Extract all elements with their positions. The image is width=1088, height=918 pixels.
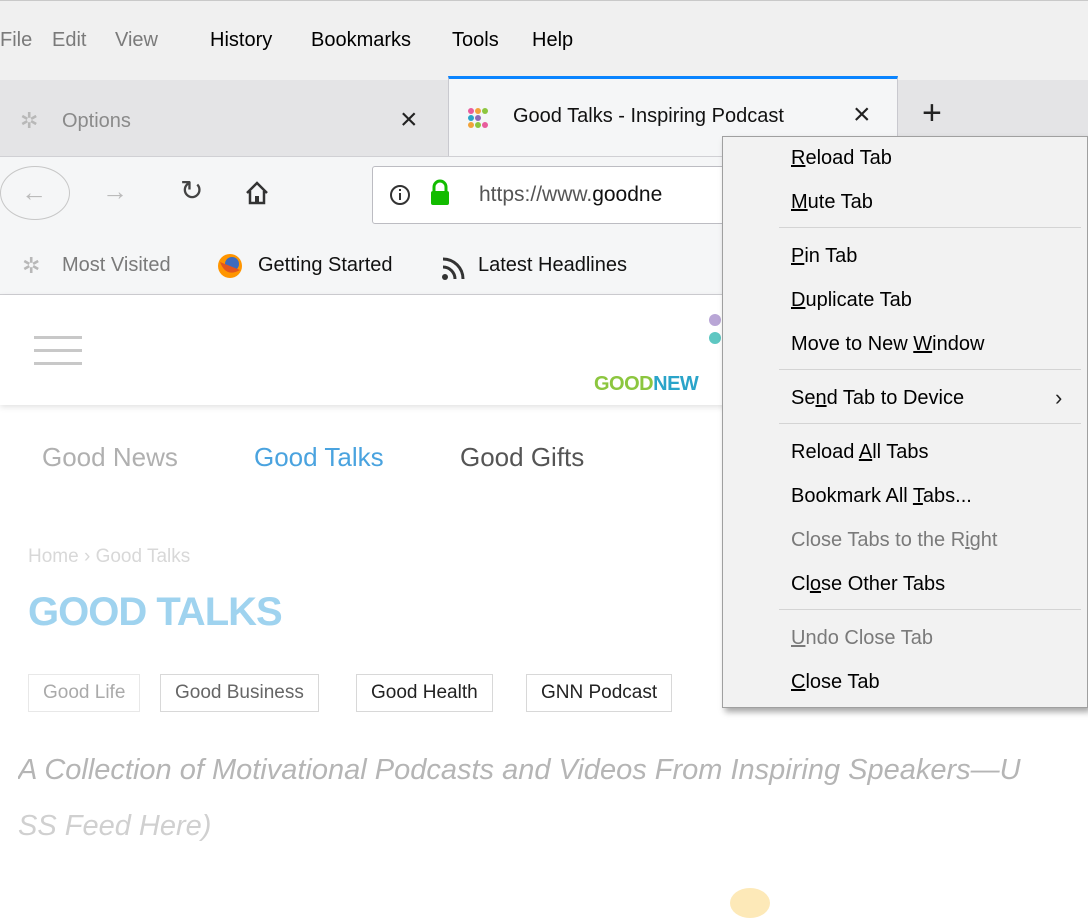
site-logo-text[interactable]: GOODNEW <box>594 373 699 396</box>
accesskey: M <box>791 191 808 213</box>
menu-history[interactable]: History <box>210 29 272 52</box>
lock-icon[interactable] <box>429 179 451 207</box>
menu-item-mute-tab[interactable]: Mute Tab <box>791 191 873 214</box>
tab-options-title: Options <box>62 110 131 132</box>
accesskey: T <box>912 485 923 507</box>
accesskey: i <box>965 529 970 551</box>
forward-arrow-icon[interactable]: → <box>102 176 128 207</box>
close-icon[interactable]: × <box>853 97 871 133</box>
back-button[interactable]: ← <box>0 166 70 220</box>
good-news-favicon-icon <box>468 108 488 128</box>
breadcrumb-home[interactable]: Home <box>28 546 79 567</box>
back-arrow-icon: ← <box>21 177 47 207</box>
menu-item-duplicate-tab[interactable]: Duplicate Tab <box>791 289 912 312</box>
url-domain: goodne <box>592 183 663 206</box>
new-tab-button[interactable]: + <box>922 94 942 133</box>
menu-tools[interactable]: Tools <box>452 29 499 52</box>
bookmark-latest-headlines[interactable]: Latest Headlines <box>478 254 627 277</box>
accesskey: W <box>913 333 933 355</box>
breadcrumb-current: Good Talks <box>95 546 191 567</box>
firefox-icon <box>218 254 242 278</box>
accesskey: D <box>791 289 806 311</box>
tagline-line-2: SS Feed Here) <box>18 810 212 842</box>
rss-icon <box>442 257 465 280</box>
logo-good: GOOD <box>594 373 654 395</box>
menu-file[interactable]: File <box>0 29 32 52</box>
home-icon[interactable] <box>244 180 270 206</box>
nav-good-talks[interactable]: Good Talks <box>254 442 384 473</box>
menu-item-bookmark-all-tabs[interactable]: Bookmark All Tabs... <box>791 485 972 508</box>
close-icon[interactable]: × <box>400 102 418 138</box>
menu-item-undo-close-tab[interactable]: Undo Close Tab <box>791 627 933 650</box>
accesskey: o <box>809 573 822 595</box>
menu-item-close-tabs-to-the-right[interactable]: Close Tabs to the Right <box>791 529 997 552</box>
accesskey: n <box>815 387 827 409</box>
menu-view[interactable]: View <box>115 29 158 52</box>
menu-item-send-tab-to-device[interactable]: Send Tab to Device <box>791 387 964 410</box>
breadcrumb: Home › Good Talks <box>28 546 190 568</box>
tab-options[interactable]: ✲ Options × <box>0 84 448 154</box>
menu-separator <box>779 227 1081 228</box>
accesskey: U <box>791 627 806 649</box>
menu-bookmarks[interactable]: Bookmarks <box>311 29 411 52</box>
logo-news: NEW <box>653 373 699 395</box>
menu-help[interactable]: Help <box>532 29 573 52</box>
info-icon[interactable] <box>389 184 411 206</box>
category-chip-good-business[interactable]: Good Business <box>160 674 319 712</box>
menu-item-reload-tab[interactable]: Reload Tab <box>791 147 892 170</box>
page-title: GOOD TALKS <box>28 590 283 634</box>
bookmark-most-visited[interactable]: Most Visited <box>62 254 171 277</box>
nav-good-news[interactable]: Good News <box>42 442 178 473</box>
menu-separator <box>779 609 1081 610</box>
tab-active-title: Good Talks - Inspiring Podcast <box>513 105 784 127</box>
category-chip-gnn-podcast[interactable]: GNN Podcast <box>526 674 673 712</box>
bookmark-getting-started[interactable]: Getting Started <box>258 254 393 277</box>
menu-separator <box>779 369 1081 370</box>
gear-icon: ✲ <box>20 108 39 133</box>
gear-icon: ✲ <box>22 253 41 278</box>
menu-item-reload-all-tabs[interactable]: Reload All Tabs <box>791 441 929 464</box>
accesskey: R <box>791 147 806 169</box>
tab-context-menu: Reload Tab Mute Tab Pin Tab Duplicate Ta… <box>722 136 1088 708</box>
category-chip-good-life[interactable]: Good Life <box>28 674 141 712</box>
accesskey: A <box>858 441 873 463</box>
nav-good-gifts[interactable]: Good Gifts <box>460 442 584 473</box>
menu-bar: File Edit View History Bookmarks Tools H… <box>0 0 1088 81</box>
url-prefix: https://www. <box>479 183 593 206</box>
tagline-line-1: A Collection of Motivational Podcasts an… <box>18 754 1021 786</box>
reload-icon[interactable]: ↻ <box>180 174 203 207</box>
menu-item-close-tab[interactable]: Close Tab <box>791 671 880 694</box>
chevron-right-icon: › <box>1055 385 1063 410</box>
hamburger-menu-icon[interactable] <box>34 334 82 368</box>
menu-item-pin-tab[interactable]: Pin Tab <box>791 245 857 268</box>
menu-edit[interactable]: Edit <box>52 29 86 52</box>
menu-item-move-to-new-window[interactable]: Move to New Window <box>791 333 984 356</box>
breadcrumb-separator: › <box>83 546 91 567</box>
menu-separator <box>779 423 1081 424</box>
accesskey: C <box>791 671 806 693</box>
url-text[interactable]: https://www.goodne <box>479 183 662 207</box>
menu-item-close-other-tabs[interactable]: Close Other Tabs <box>791 573 945 596</box>
decorative-circle <box>730 888 770 918</box>
category-chip-good-health[interactable]: Good Health <box>356 674 493 712</box>
accesskey: P <box>791 245 805 267</box>
